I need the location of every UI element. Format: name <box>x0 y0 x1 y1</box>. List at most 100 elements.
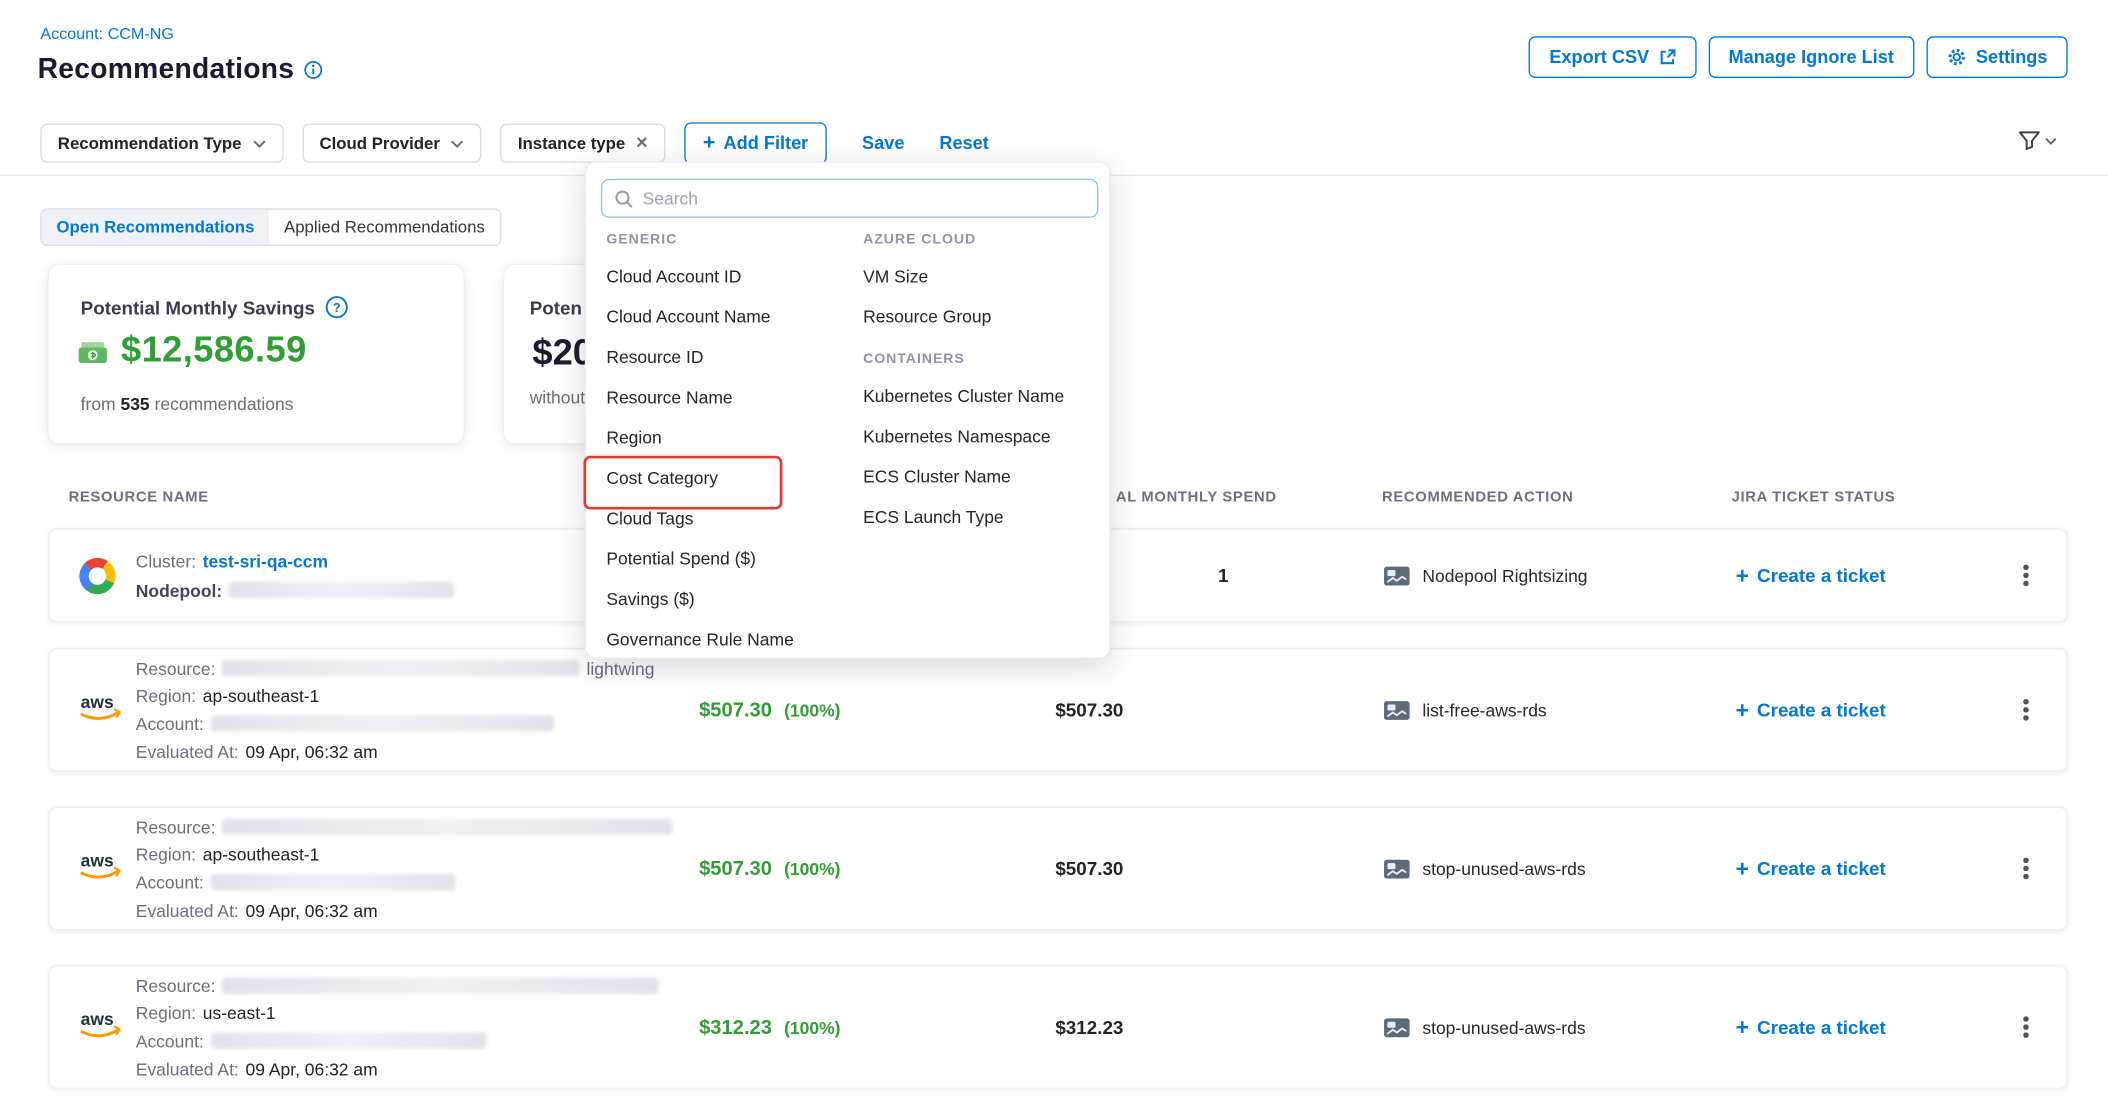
spend-card-subtitle: without <box>530 387 585 407</box>
filter-panel-toggle[interactable] <box>2018 130 2057 150</box>
aws-logo-icon: aws <box>74 688 128 732</box>
resource-details: Resource: Region: ap-southeast-1 Account… <box>136 813 673 924</box>
region-label: Region: <box>136 1003 196 1023</box>
row-menu-button[interactable] <box>2013 854 2040 884</box>
evaluated-at-value: 09 Apr, 06:32 am <box>246 742 378 762</box>
chip-label: Cloud Provider <box>319 134 439 153</box>
row-menu-button[interactable] <box>2013 1012 2040 1042</box>
page-title-row: Recommendations <box>38 54 323 86</box>
filter-option-cost-category[interactable]: Cost Category <box>606 458 855 498</box>
table-row[interactable]: aws Resource: lightwing Region: ap-south… <box>48 648 2067 772</box>
filter-chip-cloud-provider[interactable]: Cloud Provider <box>302 124 482 163</box>
cluster-label: Cluster: <box>136 552 196 572</box>
remove-filter-icon[interactable]: × <box>636 133 648 153</box>
manage-ignore-list-button[interactable]: Manage Ignore List <box>1708 36 1914 78</box>
redacted-value <box>222 660 580 676</box>
tab-open-recommendations[interactable]: Open Recommendations <box>42 210 270 245</box>
filter-option-ecs-launch-type[interactable]: ECS Launch Type <box>863 497 1112 537</box>
savings-card-subtitle: from 535 recommendations <box>81 394 294 414</box>
section-heading-generic: GENERIC <box>606 231 855 257</box>
redacted-value <box>229 582 455 598</box>
potential-monthly-savings-card: Potential Monthly Savings ? $12,586.59 f… <box>48 265 463 444</box>
redacted-value <box>211 716 554 732</box>
help-icon[interactable]: ? <box>326 296 349 319</box>
account-label: Account: <box>136 1031 204 1051</box>
resource-label: Resource: <box>136 976 216 996</box>
filter-option-cloud-account-id[interactable]: Cloud Account ID <box>606 257 855 297</box>
monthly-savings-value: $312.23 (100%) <box>699 967 840 1088</box>
svg-text:aws: aws <box>81 692 114 712</box>
redacted-value <box>222 819 672 835</box>
filter-option-kubernetes-cluster-name[interactable]: Kubernetes Cluster Name <box>863 376 1112 416</box>
recommendations-count: 535 <box>120 394 149 414</box>
row-menu-button[interactable] <box>2013 695 2040 725</box>
add-filter-button[interactable]: + Add Filter <box>684 122 827 164</box>
filter-option-ecs-cluster-name[interactable]: ECS Cluster Name <box>863 457 1112 497</box>
column-header-recommended-action: RECOMMENDED ACTION <box>1382 489 1573 505</box>
recommended-action: stop-unused-aws-rds <box>1383 967 1585 1088</box>
filter-option-potential-spend[interactable]: Potential Spend ($) <box>606 539 855 579</box>
create-ticket-button[interactable]: + Create a ticket <box>1736 808 1886 929</box>
action-label: stop-unused-aws-rds <box>1422 858 1585 878</box>
spend-card-title: Poten <box>530 297 582 319</box>
reset-filter-link[interactable]: Reset <box>939 133 988 153</box>
filter-option-resource-name[interactable]: Resource Name <box>606 378 855 418</box>
savings-amount: $12,586.59 <box>121 329 307 371</box>
filter-chip-instance-type[interactable]: Instance type × <box>500 124 665 163</box>
create-ticket-button[interactable]: + Create a ticket <box>1736 649 1886 770</box>
nodepool-label: Nodepool: <box>136 580 222 600</box>
create-ticket-button[interactable]: + Create a ticket <box>1736 967 1886 1088</box>
aws-logo-icon: aws <box>74 1005 128 1049</box>
monthly-spend-value: 1 <box>1218 530 1228 621</box>
plus-icon: + <box>1736 1016 1749 1039</box>
row-menu-button[interactable] <box>2013 561 2040 591</box>
chevron-down-icon <box>252 139 265 147</box>
create-ticket-label: Create a ticket <box>1757 1016 1886 1038</box>
filter-option-governance-rule-name[interactable]: Governance Rule Name <box>606 620 855 660</box>
search-icon <box>614 189 633 208</box>
tab-applied-recommendations[interactable]: Applied Recommendations <box>269 210 499 245</box>
subtitle-suffix: recommendations <box>155 394 294 414</box>
add-filter-label: Add Filter <box>724 133 809 153</box>
save-filter-link[interactable]: Save <box>862 133 904 153</box>
plus-icon: + <box>1736 698 1749 721</box>
column-header-monthly-spend: AL MONTHLY SPEND <box>1116 489 1277 505</box>
breadcrumb-account-link[interactable]: Account: CCM-NG <box>40 24 174 43</box>
export-csv-button[interactable]: Export CSV <box>1529 36 1696 78</box>
filter-option-cloud-account-name[interactable]: Cloud Account Name <box>606 297 855 337</box>
filter-option-region[interactable]: Region <box>606 418 855 458</box>
subtitle-prefix: from <box>81 394 116 414</box>
evaluated-at-label: Evaluated At: <box>136 900 239 920</box>
monthly-savings-value: $507.30 (100%) <box>699 649 840 770</box>
account-label: Account: <box>136 714 204 734</box>
filter-option-resource-id[interactable]: Resource ID <box>606 337 855 377</box>
info-icon[interactable] <box>304 60 323 79</box>
settings-button[interactable]: Settings <box>1926 36 2068 78</box>
gear-icon <box>1946 47 1966 67</box>
filter-option-resource-group[interactable]: Resource Group <box>863 297 1112 337</box>
filter-option-vm-size[interactable]: VM Size <box>863 257 1112 297</box>
table-row[interactable]: aws Resource: Region: ap-southeast-1 Acc… <box>48 807 2067 931</box>
create-ticket-button[interactable]: + Create a ticket <box>1736 530 1886 621</box>
filter-option-cloud-tags[interactable]: Cloud Tags <box>606 499 855 539</box>
redacted-value <box>222 978 659 994</box>
monthly-savings-value: $507.30 (100%) <box>699 808 840 929</box>
search-input[interactable] <box>643 188 1085 208</box>
plus-icon: + <box>1736 564 1749 587</box>
evaluated-at-value: 09 Apr, 06:32 am <box>246 1059 378 1079</box>
dropdown-column-cloud: AZURE CLOUD VM Size Resource Group CONTA… <box>863 231 1112 538</box>
recommendation-icon <box>1383 700 1410 720</box>
recommendations-page: Account: CCM-NG Recommendations Export C… <box>0 0 2108 1114</box>
recommendations-tabs: Open Recommendations Applied Recommendat… <box>40 208 501 246</box>
filter-option-savings[interactable]: Savings ($) <box>606 579 855 619</box>
svg-text:?: ? <box>333 300 341 315</box>
filter-chip-recommendation-type[interactable]: Recommendation Type <box>40 124 283 163</box>
region-label: Region: <box>136 845 196 865</box>
export-csv-label: Export CSV <box>1549 47 1649 67</box>
cluster-link[interactable]: test-sri-qa-ccm <box>203 552 328 572</box>
action-label: stop-unused-aws-rds <box>1422 1017 1585 1037</box>
recommendation-icon <box>1383 565 1410 585</box>
column-header-jira-ticket-status: JIRA TICKET STATUS <box>1732 489 1896 505</box>
table-row[interactable]: aws Resource: Region: us-east-1 Account:… <box>48 965 2067 1089</box>
filter-option-kubernetes-namespace[interactable]: Kubernetes Namespace <box>863 417 1112 457</box>
